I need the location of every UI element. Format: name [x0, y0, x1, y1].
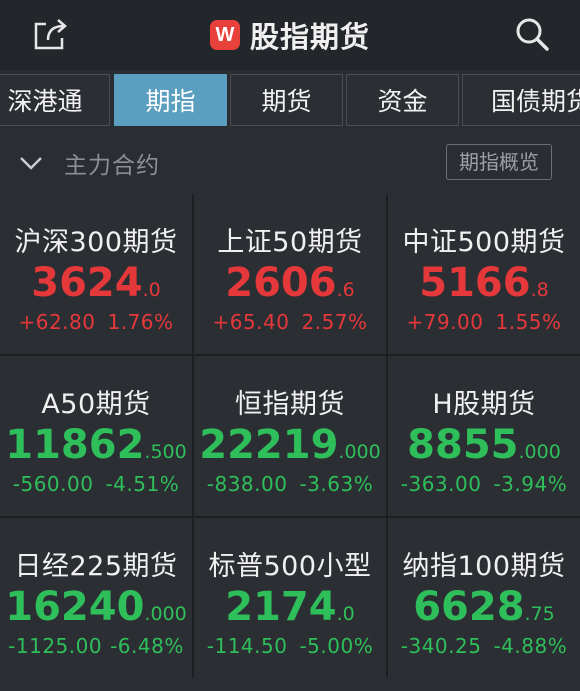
- change-value: -560.00: [12, 472, 94, 496]
- futures-name: 标普500小型: [208, 551, 372, 582]
- futures-name: 上证50期货: [217, 227, 363, 258]
- tab-zijin[interactable]: 资金: [346, 74, 459, 126]
- index-overview-button[interactable]: 期指概览: [446, 144, 552, 180]
- app-header: W 股指期货: [0, 0, 580, 70]
- change-percent: 1.76%: [107, 310, 174, 334]
- price-decimal: .0: [336, 603, 355, 625]
- search-icon[interactable]: [512, 14, 552, 54]
- futures-change: +79.00 1.55%: [388, 310, 580, 334]
- tab-guozhai-qihuo[interactable]: 国债期货: [462, 74, 580, 126]
- futures-name: 中证500期货: [402, 227, 566, 258]
- price-decimal: .500: [144, 441, 187, 463]
- price-decimal: .000: [144, 603, 187, 625]
- futures-price: 11862.500: [0, 422, 192, 468]
- change-percent: -3.94%: [493, 472, 568, 496]
- futures-card-nikkei225[interactable]: 日经225期货 16240.000 -1125.00 -6.48%: [0, 518, 192, 678]
- price-integer: 3624: [31, 260, 143, 306]
- tab-qihuo[interactable]: 期货: [230, 74, 343, 126]
- futures-name: A50期货: [41, 389, 151, 420]
- change-value: +79.00: [406, 310, 484, 334]
- futures-card-sz50[interactable]: 上证50期货 2606.6 +65.40 2.57%: [194, 194, 386, 354]
- change-percent: 2.57%: [301, 310, 368, 334]
- futures-card-hs300[interactable]: 沪深300期货 3624.0 +62.80 1.76%: [0, 194, 192, 354]
- tab-qizhi[interactable]: 期指: [114, 74, 227, 126]
- price-integer: 8855: [407, 422, 519, 468]
- change-value: -363.00: [400, 472, 482, 496]
- futures-price: 3624.0: [0, 260, 192, 306]
- change-percent: -4.88%: [493, 634, 568, 658]
- futures-grid: 沪深300期货 3624.0 +62.80 1.76% 上证50期货 2606.6…: [0, 194, 580, 678]
- futures-name: 纳指100期货: [402, 551, 566, 582]
- price-decimal: .75: [524, 603, 555, 625]
- futures-change: -340.25 -4.88%: [388, 634, 580, 658]
- futures-card-a50[interactable]: A50期货 11862.500 -560.00 -4.51%: [0, 356, 192, 516]
- futures-card-sp500-mini[interactable]: 标普500小型 2174.0 -114.50 -5.00%: [194, 518, 386, 678]
- price-decimal: .000: [338, 441, 381, 463]
- change-value: -1125.00: [8, 634, 103, 658]
- change-value: -838.00: [206, 472, 288, 496]
- futures-change: -1125.00 -6.48%: [0, 634, 192, 658]
- price-decimal: .8: [530, 279, 549, 301]
- futures-name: H股期货: [432, 389, 536, 420]
- futures-price: 2606.6: [194, 260, 386, 306]
- change-value: -340.25: [400, 634, 482, 658]
- futures-change: -560.00 -4.51%: [0, 472, 192, 496]
- futures-price: 6628.75: [388, 584, 580, 630]
- bottom-strip: [0, 678, 580, 691]
- category-tabs: 深港通 期指 期货 资金 国债期货: [0, 74, 580, 128]
- change-percent: -3.63%: [299, 472, 374, 496]
- main-contract-label: 主力合约: [64, 153, 160, 179]
- futures-change: -114.50 -5.00%: [194, 634, 386, 658]
- futures-name: 沪深300期货: [14, 227, 178, 258]
- price-decimal: .000: [518, 441, 561, 463]
- price-integer: 22219: [199, 422, 339, 468]
- contract-bar: 主力合约 期指概览: [0, 136, 580, 190]
- change-percent: -6.48%: [110, 634, 184, 658]
- futures-card-hsi[interactable]: 恒指期货 22219.000 -838.00 -3.63%: [194, 356, 386, 516]
- price-decimal: .0: [142, 279, 161, 301]
- futures-price: 8855.000: [388, 422, 580, 468]
- change-percent: -5.00%: [299, 634, 374, 658]
- chevron-down-icon[interactable]: [18, 150, 44, 176]
- price-integer: 6628: [413, 584, 525, 630]
- price-decimal: .6: [336, 279, 355, 301]
- price-integer: 2174: [225, 584, 337, 630]
- futures-change: +65.40 2.57%: [194, 310, 386, 334]
- futures-change: -838.00 -3.63%: [194, 472, 386, 496]
- change-value: +62.80: [18, 310, 96, 334]
- change-percent: 1.55%: [495, 310, 562, 334]
- app-logo: W: [209, 20, 240, 50]
- futures-card-zz500[interactable]: 中证500期货 5166.8 +79.00 1.55%: [388, 194, 580, 354]
- futures-card-hshares[interactable]: H股期货 8855.000 -363.00 -3.94%: [388, 356, 580, 516]
- futures-price: 16240.000: [0, 584, 192, 630]
- price-integer: 5166: [419, 260, 531, 306]
- price-integer: 2606: [225, 260, 337, 306]
- futures-name: 日经225期货: [14, 551, 178, 582]
- change-value: +65.40: [212, 310, 290, 334]
- change-value: -114.50: [206, 634, 288, 658]
- header-title-wrap: W 股指期货: [0, 0, 580, 70]
- futures-card-nasdaq100[interactable]: 纳指100期货 6628.75 -340.25 -4.88%: [388, 518, 580, 678]
- futures-change: +62.80 1.76%: [0, 310, 192, 334]
- tab-shenganggtong[interactable]: 深港通: [0, 74, 110, 126]
- futures-price: 22219.000: [194, 422, 386, 468]
- futures-name: 恒指期货: [235, 389, 345, 420]
- futures-price: 2174.0: [194, 584, 386, 630]
- futures-price: 5166.8: [388, 260, 580, 306]
- futures-change: -363.00 -3.94%: [388, 472, 580, 496]
- price-integer: 16240: [5, 584, 145, 630]
- page-title: 股指期货: [249, 20, 370, 54]
- change-percent: -4.51%: [105, 472, 180, 496]
- price-integer: 11862: [5, 422, 145, 468]
